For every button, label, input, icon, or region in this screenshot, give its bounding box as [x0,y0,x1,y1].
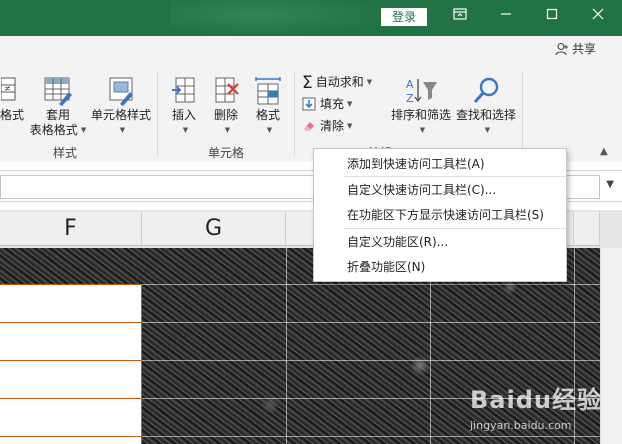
chevron-down-icon: ▼ [484,126,491,134]
menu-separator [344,228,566,229]
chevron-down-icon: ▼ [419,126,426,134]
ribbon: 共享 ≠ 格式 套用 表格格式 ▼ 单元格样式▼ 样式 插入 ▼ 删除 ▼ 格式… [0,36,622,162]
insert-label: 插入 [171,108,196,122]
gridline [286,248,287,444]
sort-filter-label: 排序和筛选 [390,108,451,122]
chevron-down-icon: ▼ [119,126,126,134]
cell-border [0,398,141,399]
delete-cells-icon [215,77,239,103]
delete-label: 删除 [213,108,238,122]
share-label: 共享 [571,42,596,56]
svg-text:A: A [406,78,414,91]
format-as-table-button[interactable]: 套用 表格格式 ▼ [28,76,88,138]
find-select-label: 查找和选择 [455,108,516,122]
format-button[interactable]: 格式 ▼ [250,76,286,138]
collapse-ribbon-icon[interactable]: ▲ [600,146,608,157]
chevron-down-icon: ▼ [224,126,231,134]
menu-item-add-to-qat[interactable]: 添加到快速访问工具栏(A) [314,152,566,176]
menu-separator [344,176,566,177]
menu-item-customize-qat[interactable]: 自定义快速访问工具栏(C)... [314,178,566,202]
column-header-j[interactable] [574,212,600,246]
cell-border [0,284,141,285]
conditional-format-button[interactable]: ≠ 格式 [0,76,24,123]
group-divider [157,72,158,156]
conditional-format-icon: ≠ [1,77,16,101]
chevron-down-icon: ▼ [80,126,87,134]
sort-filter-icon: A Z [406,78,437,105]
cell-border [0,360,141,361]
share-button[interactable]: 共享 [555,40,596,57]
ribbon-display-options-icon[interactable] [448,6,472,28]
magnifier-icon [473,77,499,103]
autosum-label: 自动求和 [315,75,364,89]
delete-button[interactable]: 删除 ▼ [208,76,244,138]
find-select-button[interactable]: 查找和选择 ▼ [454,76,518,138]
expand-formula-bar-icon[interactable]: ▼ [606,179,614,190]
autosum-button[interactable]: Σ 自动求和 ▼ [302,72,373,93]
menu-item-collapse-ribbon[interactable]: 折叠功能区(N) [314,255,566,279]
cells-group-label: 单元格 [207,146,244,160]
fill-button[interactable]: 填充 ▼ [302,94,352,114]
fill-down-icon [302,97,316,117]
gridline [142,284,600,285]
watermark-sub: jingyan.baidu.com [470,419,572,432]
column-header-g[interactable]: G [142,212,286,246]
svg-text:≠: ≠ [4,84,11,93]
gridline [142,322,600,323]
group-divider [294,72,295,156]
chevron-down-icon: ▼ [347,100,353,108]
menu-item-show-qat-below[interactable]: 在功能区下方显示快速访问工具栏(S) [314,203,566,227]
svg-text:Z: Z [406,92,414,105]
styles-group-label: 样式 [52,146,77,160]
group-divider [522,72,523,156]
cell-styles-icon [109,77,133,106]
ribbon-context-menu: 添加到快速访问工具栏(A) 自定义快速访问工具栏(C)... 在功能区下方显示快… [313,148,567,282]
cell-border [0,436,141,437]
format-label: 格式 [255,108,280,122]
insert-cells-icon [172,77,195,103]
chevron-down-icon: ▼ [266,126,273,134]
person-icon [555,42,569,56]
cell-border [141,284,142,444]
watermark: Baidu经验 jingyan.baidu.com [470,380,610,440]
watermark-main: Baidu经验 [470,386,602,414]
sort-filter-button[interactable]: A Z 排序和筛选 ▼ [388,76,454,138]
format-cells-icon [255,77,281,105]
format-as-table-label-2: 表格格式 [29,123,78,137]
sigma-icon: Σ [302,73,313,93]
clear-label: 清除 [320,119,345,133]
maximize-icon[interactable] [540,6,564,28]
format-as-table-label-1: 套用 [45,108,70,122]
login-button[interactable]: 登录 [381,8,427,26]
close-icon[interactable] [586,6,610,28]
column-header-f[interactable]: F [0,212,142,246]
minimize-icon[interactable] [494,6,518,28]
cell-range-f[interactable] [0,284,141,444]
eraser-icon [302,119,316,139]
gridline [142,360,600,361]
cell-styles-label: 单元格样式 [90,108,151,122]
clear-button[interactable]: 清除 ▼ [302,116,352,136]
title-bar: 登录 [0,0,622,36]
fill-label: 填充 [320,97,345,111]
chevron-down-icon: ▼ [182,126,189,134]
chevron-down-icon: ▼ [347,122,353,130]
cell-styles-button[interactable]: 单元格样式 ▼ [90,76,152,138]
table-format-icon [44,77,72,106]
menu-item-customize-ribbon[interactable]: 自定义功能区(R)... [314,230,566,254]
cell-border [0,322,141,323]
conditional-format-label: 格式 [0,108,25,122]
insert-button[interactable]: 插入 ▼ [166,76,202,138]
chevron-down-icon: ▼ [366,78,373,86]
